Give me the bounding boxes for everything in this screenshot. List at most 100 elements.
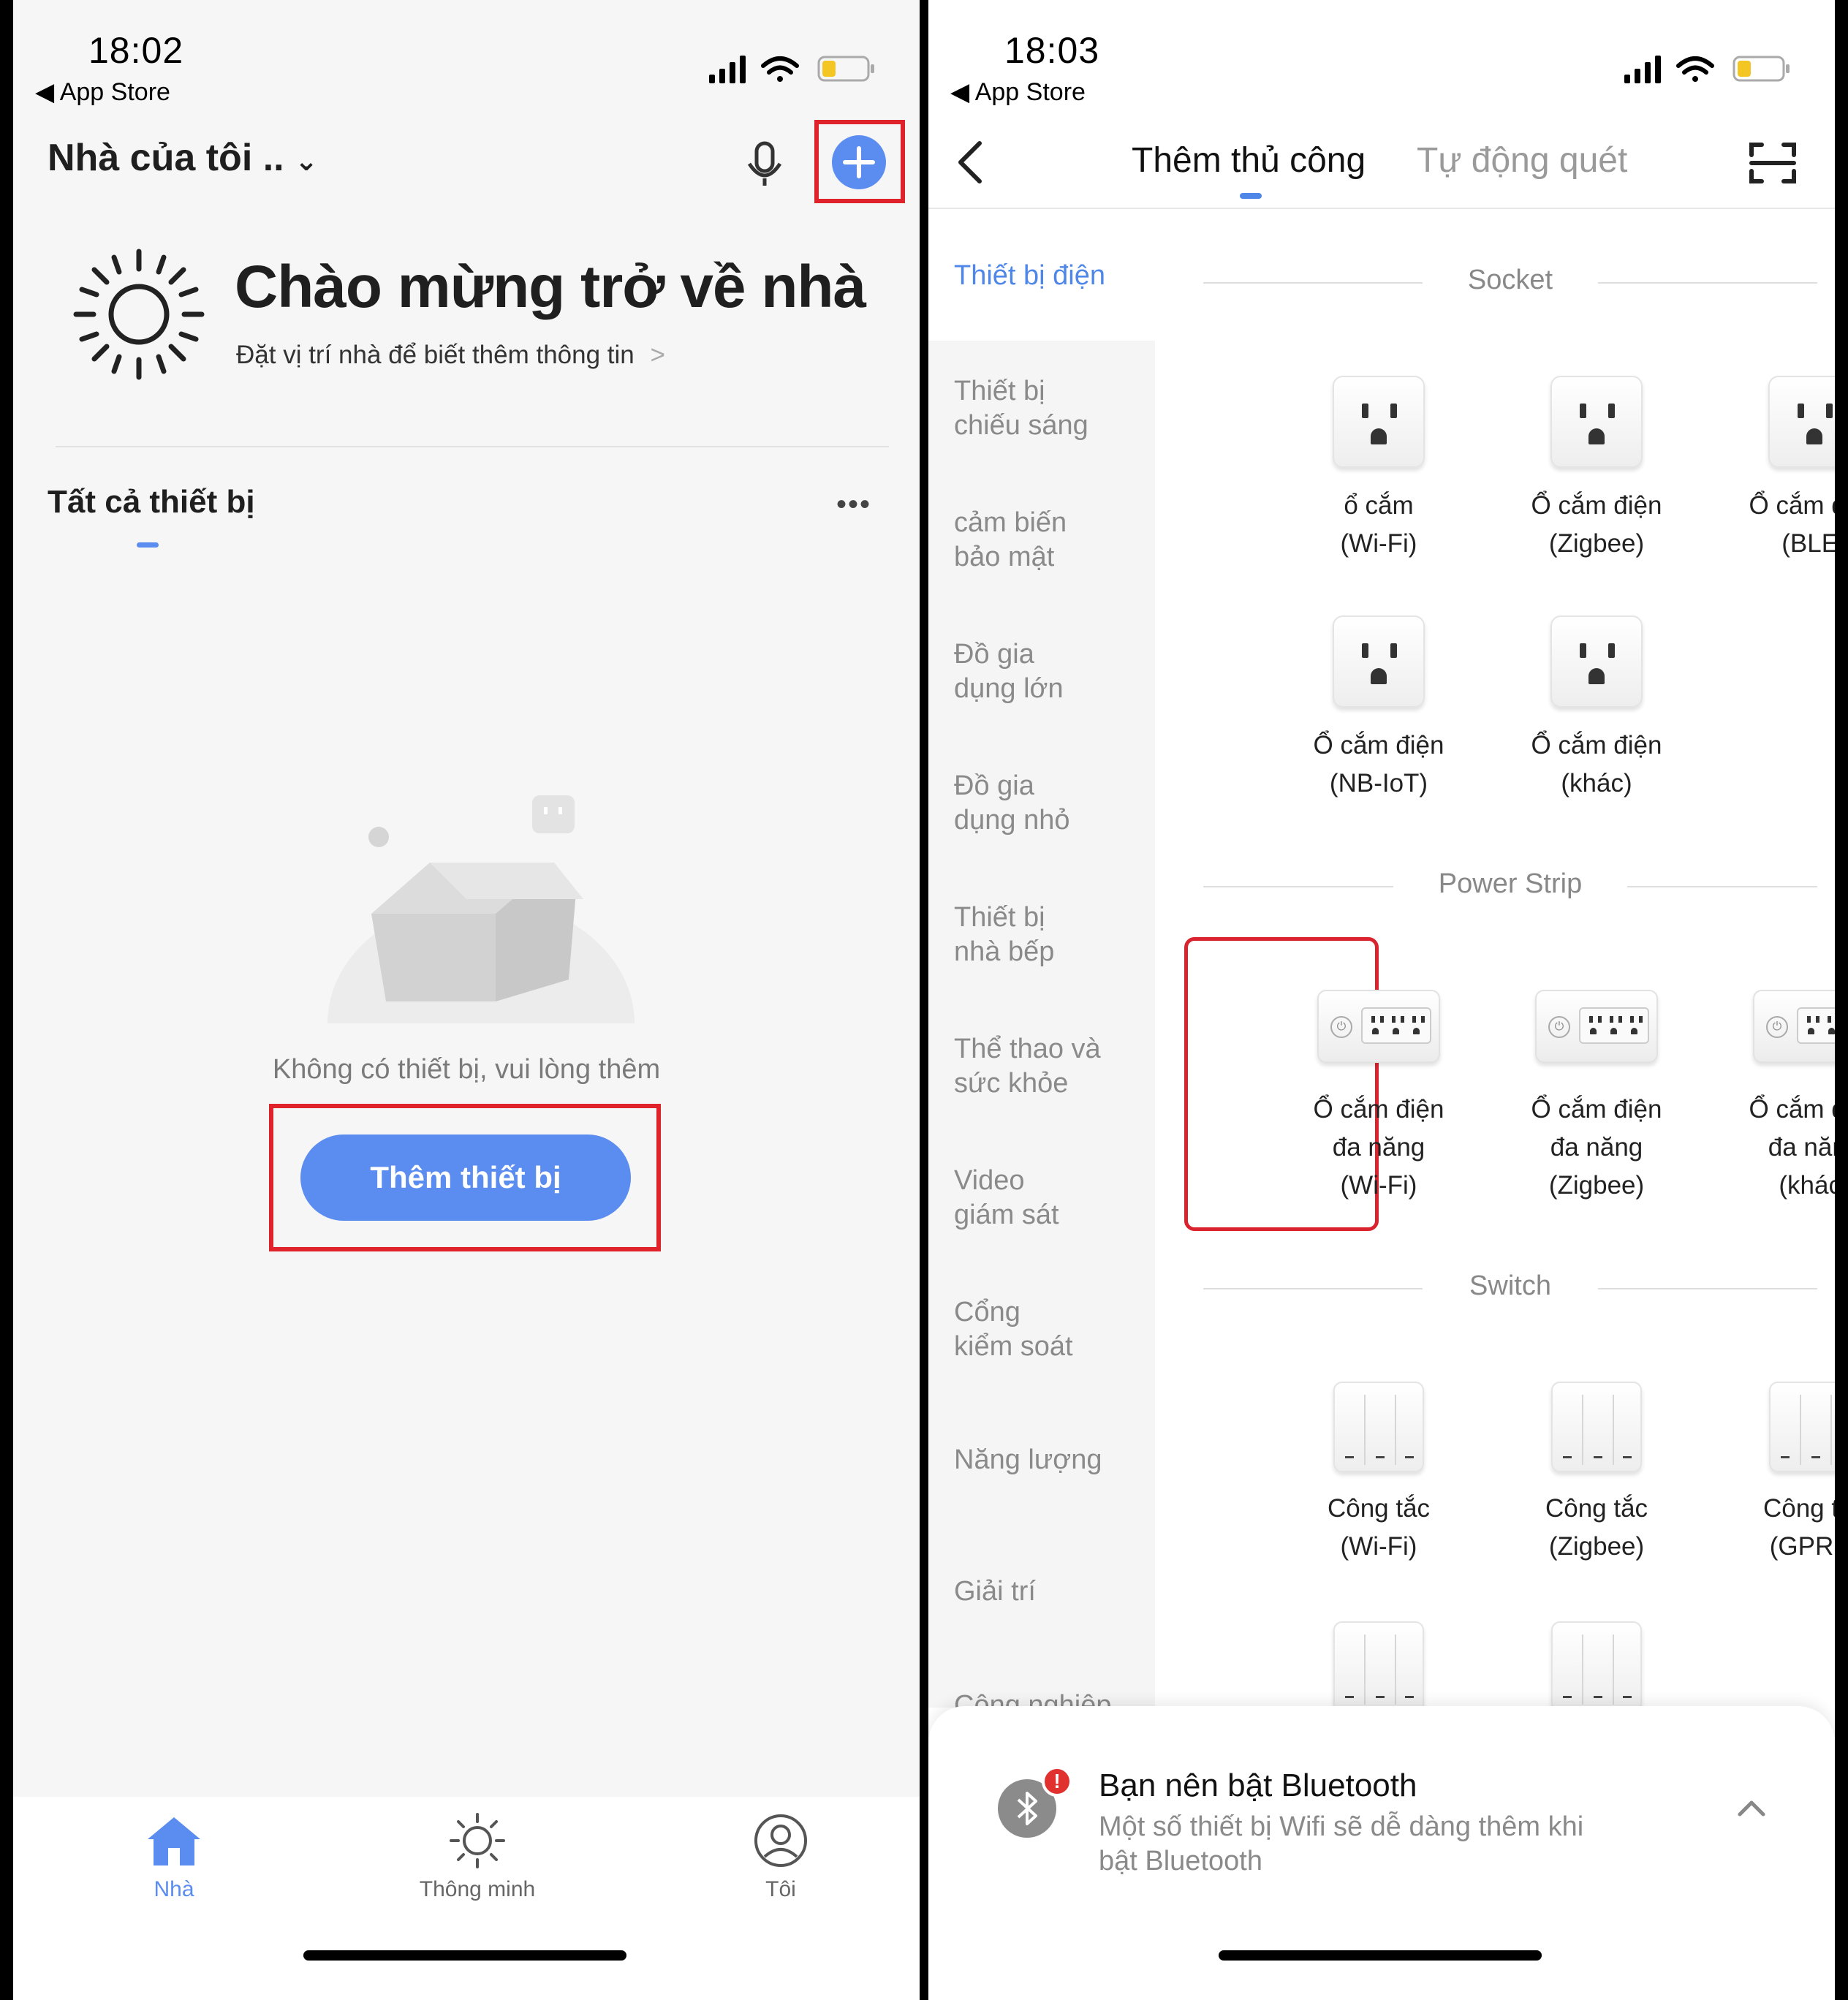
battery-icon: [817, 56, 874, 82]
section-switch-title: Switch: [1469, 1270, 1551, 1301]
signal-icon: [709, 56, 746, 83]
socket-icon: [1333, 615, 1425, 708]
device-socket-ble[interactable]: Ổ cắm điện (BLE): [1712, 373, 1835, 592]
switch-icon[interactable]: [1551, 1621, 1642, 1712]
device-label: Ổ cắm điện đa năng (khác): [1749, 1095, 1835, 1200]
home-icon: [148, 1817, 200, 1865]
socket-icon: [1550, 376, 1643, 468]
power-strip-icon: ⏻: [1535, 990, 1658, 1063]
device-label: Ổ cắm điện (Zigbee): [1531, 491, 1662, 558]
switch-icon[interactable]: [1333, 1621, 1424, 1712]
device-socket-other[interactable]: Ổ cắm điện (khác): [1494, 613, 1699, 832]
bluetooth-description: Một số thiết bị Wifi sẽ dễ dàng thêm khi…: [1099, 1811, 1584, 1876]
power-strip-icon: ⏻: [1317, 990, 1440, 1063]
power-button-icon: ⏻: [1330, 1016, 1352, 1038]
status-icons: [709, 56, 874, 83]
section-line: [1598, 282, 1817, 284]
category-kitchen[interactable]: Thiết bị nhà bếp: [954, 901, 1054, 969]
category-gateway[interactable]: Cổng kiểm soát: [954, 1295, 1073, 1364]
socket-icon: [1768, 376, 1835, 468]
bluetooth-title: Bạn nên bật Bluetooth: [1099, 1768, 1417, 1803]
add-device-button[interactable]: Thêm thiết bị: [300, 1135, 631, 1221]
power-strip-icon: ⏻: [1753, 990, 1835, 1063]
power-button-icon: ⏻: [1766, 1016, 1788, 1038]
switch-icon: [1333, 1382, 1424, 1472]
tab-manual[interactable]: Thêm thủ công: [1132, 140, 1366, 181]
tab-smart[interactable]: Thông minh: [390, 1806, 565, 1915]
chevron-up-icon[interactable]: [1735, 1797, 1768, 1819]
divider: [56, 446, 889, 447]
category-sport-health[interactable]: Thể thao và sức khỏe: [954, 1032, 1101, 1101]
chevron-down-icon: ⌄: [295, 146, 318, 177]
device-strip-zigbee[interactable]: ⏻ Ổ cắm điện đa năng (Zigbee): [1494, 987, 1699, 1221]
category-electrical[interactable]: Thiết bị điện: [954, 259, 1105, 293]
more-options-icon[interactable]: •••: [836, 488, 871, 521]
device-label: ổ cắm (Wi-Fi): [1340, 491, 1417, 558]
device-label: Công tắc (Zigbee): [1545, 1494, 1648, 1561]
wifi-icon: [1676, 56, 1714, 82]
microphone-icon[interactable]: [742, 139, 787, 189]
device-label: Ổ cắm điện đa năng (Zigbee): [1531, 1095, 1662, 1200]
tab-home-label: Nhà: [154, 1877, 194, 1901]
device-socket-nbiot[interactable]: Ổ cắm điện (NB-IoT): [1276, 613, 1481, 832]
device-label: Công tắc (GPRS): [1762, 1494, 1835, 1561]
device-switch-zigbee[interactable]: Công tắc (Zigbee): [1494, 1380, 1699, 1585]
tab-me[interactable]: Tôi: [708, 1806, 854, 1915]
tab-indicator: [1240, 193, 1262, 199]
category-large-appliance[interactable]: Đồ gia dụng lớn: [954, 637, 1064, 706]
chevron-right-icon: >: [650, 341, 665, 369]
power-button-icon: ⏻: [1548, 1016, 1570, 1038]
device-label: Công tắc (Wi-Fi): [1327, 1494, 1431, 1561]
device-label: Ổ cắm điện đa năng (Wi-Fi): [1313, 1095, 1444, 1200]
category-video-surveillance[interactable]: Video giám sát: [954, 1164, 1059, 1232]
profile-icon: [754, 1814, 807, 1867]
category-small-appliance[interactable]: Đồ gia dụng nhỏ: [954, 769, 1070, 838]
section-line: [1203, 1288, 1423, 1289]
tab-indicator: [137, 542, 159, 548]
device-socket-zigbee[interactable]: Ổ cắm điện (Zigbee): [1494, 373, 1699, 592]
device-label: Ổ cắm điện (NB-IoT): [1313, 731, 1444, 798]
tab-auto-scan[interactable]: Tự động quét: [1417, 140, 1627, 181]
section-line: [1203, 282, 1423, 284]
back-to-app-store[interactable]: ◀ App Store: [35, 77, 170, 107]
all-devices-tab[interactable]: Tất cả thiết bị: [48, 484, 255, 520]
section-line: [1598, 1288, 1817, 1289]
section-power-strip-title: Power Strip: [1438, 868, 1583, 899]
device-label: Ổ cắm điện (khác): [1531, 731, 1662, 798]
device-switch-gprs[interactable]: Công tắc (GPRS): [1712, 1380, 1835, 1585]
device-socket-wifi[interactable]: ổ cắm (Wi-Fi): [1276, 373, 1481, 592]
home-indicator: [303, 1950, 626, 1961]
sun-icon: [450, 1813, 505, 1868]
category-energy[interactable]: Năng lượng: [954, 1443, 1102, 1477]
back-arrow-icon[interactable]: [955, 139, 987, 186]
battery-icon: [1732, 56, 1790, 82]
welcome-title: Chào mừng trở về nhà: [235, 254, 866, 320]
status-icons: [1624, 56, 1790, 83]
status-time: 18:02: [88, 30, 184, 71]
section-line: [1203, 886, 1393, 887]
plus-circle-icon[interactable]: [830, 134, 887, 191]
back-to-app-store[interactable]: ◀ App Store: [950, 77, 1086, 107]
scan-qr-icon[interactable]: [1749, 142, 1797, 184]
empty-box-illustration: [327, 795, 635, 1023]
section-line: [1627, 886, 1817, 887]
home-selector[interactable]: Nhà của tôi .. ⌄: [48, 136, 318, 180]
signal-icon: [1624, 56, 1661, 83]
category-entertainment[interactable]: Giải trí: [954, 1575, 1036, 1609]
switch-icon: [1551, 1382, 1642, 1472]
home-screen: 18:02 ◀ App Store Nhà của tôi .. ⌄ Chào: [13, 0, 920, 2000]
tab-home[interactable]: Nhà: [101, 1806, 247, 1915]
warning-badge-icon: !: [1042, 1766, 1072, 1797]
category-security-sensor[interactable]: cảm biến bảo mật: [954, 506, 1067, 575]
socket-icon: [1333, 376, 1425, 468]
device-strip-other[interactable]: ⏻ Ổ cắm điện đa năng (khác): [1712, 987, 1835, 1221]
home-indicator: [1219, 1950, 1542, 1961]
category-lighting[interactable]: Thiết bị chiếu sáng: [954, 374, 1088, 443]
weather-sun-icon: [73, 249, 205, 380]
socket-icon: [1550, 615, 1643, 708]
switch-icon: [1769, 1382, 1835, 1472]
set-location-link[interactable]: Đặt vị trí nhà để biết thêm thông tin >: [236, 341, 665, 370]
device-strip-wifi[interactable]: ⏻ Ổ cắm điện đa năng (Wi-Fi): [1276, 987, 1481, 1221]
status-time: 18:03: [1004, 30, 1100, 71]
device-switch-wifi[interactable]: Công tắc (Wi-Fi): [1276, 1380, 1481, 1585]
